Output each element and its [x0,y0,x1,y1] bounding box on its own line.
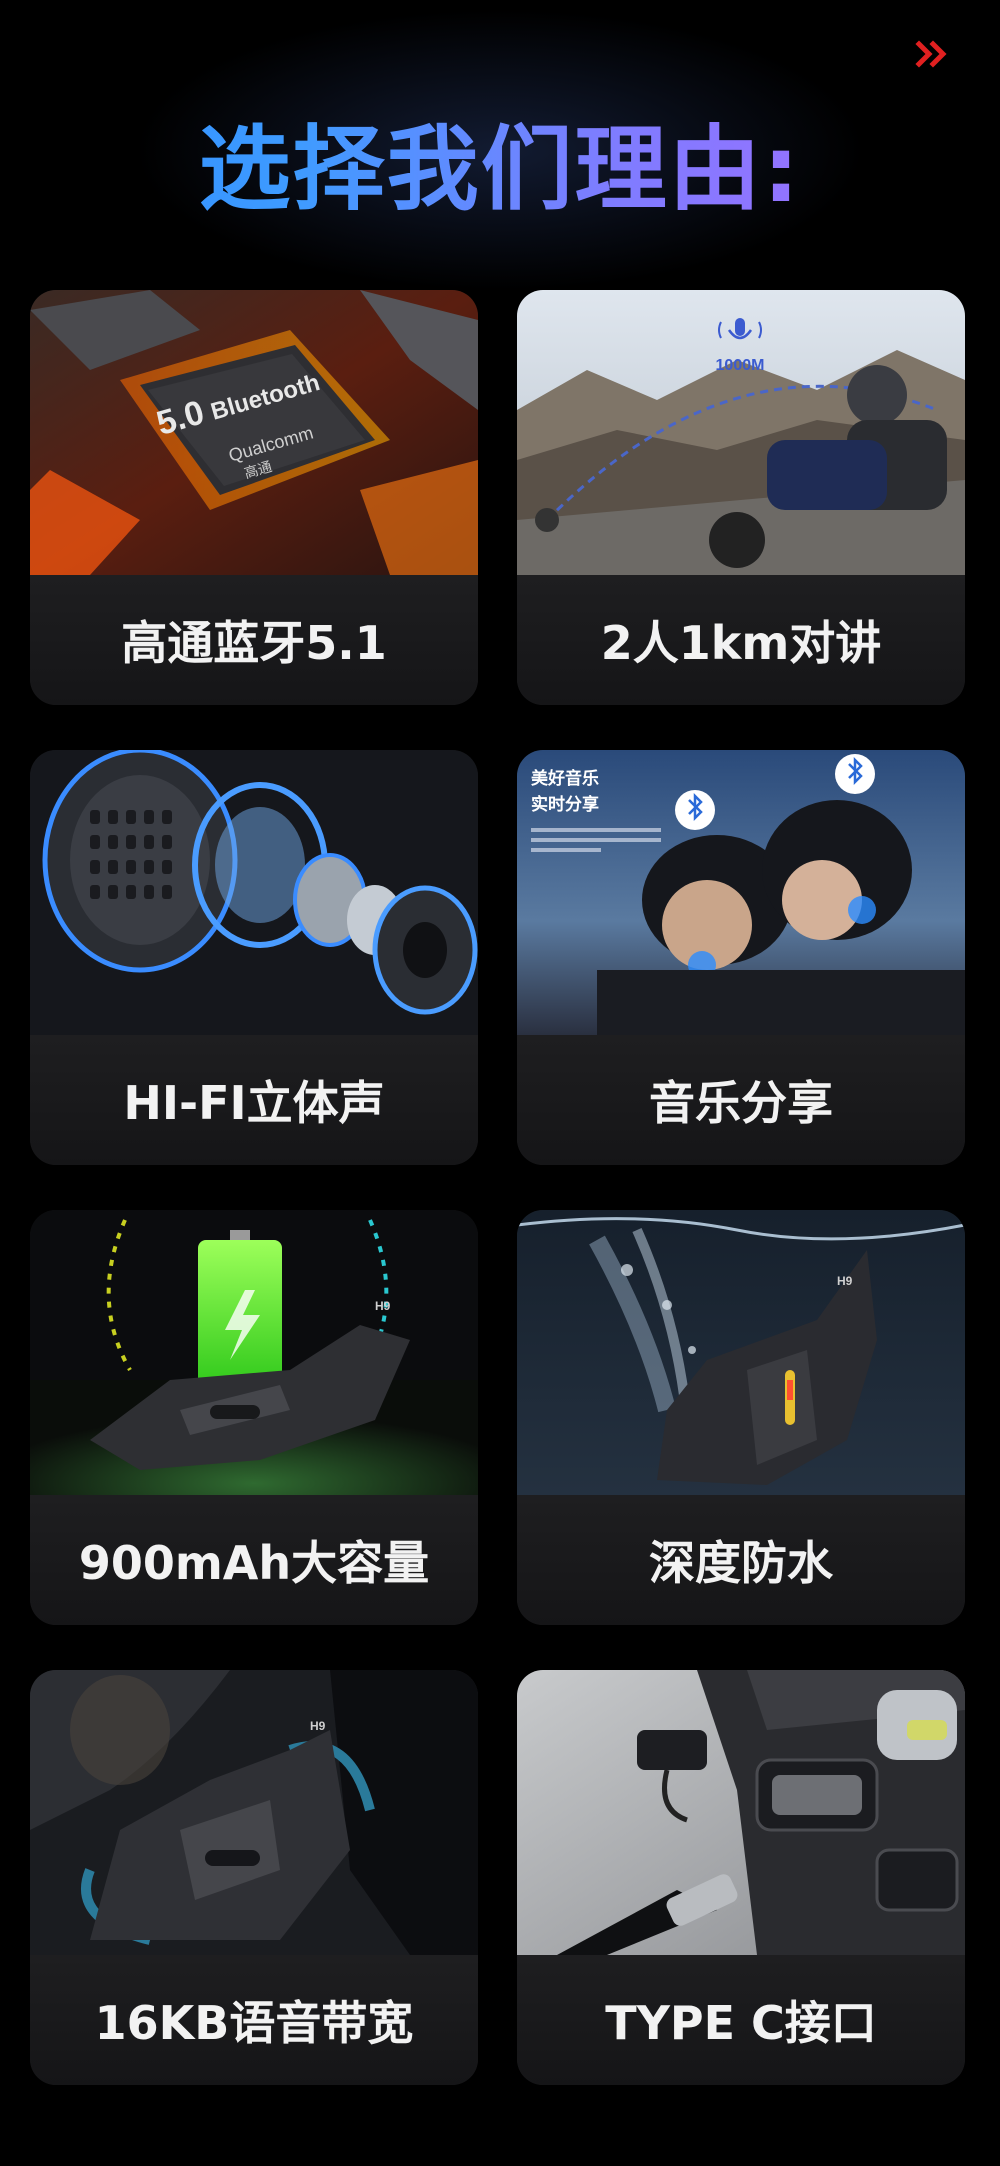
page-title: 选择我们理由: [0,95,1000,228]
feature-card-intercom[interactable]: 1000M 2人1km对讲 [517,290,965,705]
battery-device-image: H9 [30,1210,478,1495]
svg-text:实时分享: 实时分享 [531,794,599,815]
double-chevron-right-icon[interactable] [915,40,951,68]
feature-card-voice-bandwidth[interactable]: H9 16KB语音带宽 [30,1670,478,2085]
feature-label: 16KB语音带宽 [30,1955,478,2085]
svg-text:H9: H9 [310,1719,326,1733]
music-share-image: 美好音乐 实时分享 [517,750,965,1035]
feature-card-music-share[interactable]: 美好音乐 实时分享 音乐分享 [517,750,965,1165]
feature-card-battery[interactable]: H9 900mAh大容量 [30,1210,478,1625]
svg-text:H9: H9 [837,1274,853,1288]
feature-card-waterproof[interactable]: H9 深度防水 [517,1210,965,1625]
bluetooth-icon [675,790,715,830]
feature-label: 深度防水 [517,1495,965,1625]
feature-label: 900mAh大容量 [30,1495,478,1625]
svg-text:H9: H9 [375,1299,391,1313]
feature-label: 音乐分享 [517,1035,965,1165]
feature-label: 高通蓝牙5.1 [30,575,478,705]
feature-card-bluetooth[interactable]: 5.0 Bluetooth Qualcomm 高通 高通蓝牙5.1 [30,290,478,705]
type-c-port-image [517,1670,965,1955]
feature-label: TYPE C接口 [517,1955,965,2085]
feature-card-type-c[interactable]: TYPE C接口 [517,1670,965,2085]
svg-text:1000M: 1000M [716,357,765,374]
feature-label: HI-FI立体声 [30,1035,478,1165]
device-on-helmet-image: H9 [30,1670,478,1955]
waterproof-image: H9 [517,1210,965,1495]
riders-intercom-image: 1000M [517,290,965,575]
page: 选择我们理由: 5.0 Bluetooth Qualcomm 高通 高通蓝牙5.… [0,0,1000,2166]
speaker-image [30,750,478,1035]
bluetooth-icon [835,754,875,794]
svg-text:美好音乐: 美好音乐 [531,768,599,789]
feature-label: 2人1km对讲 [517,575,965,705]
feature-card-hifi[interactable]: HI-FI立体声 [30,750,478,1165]
bluetooth-chip-image: 5.0 Bluetooth Qualcomm 高通 [30,290,478,575]
